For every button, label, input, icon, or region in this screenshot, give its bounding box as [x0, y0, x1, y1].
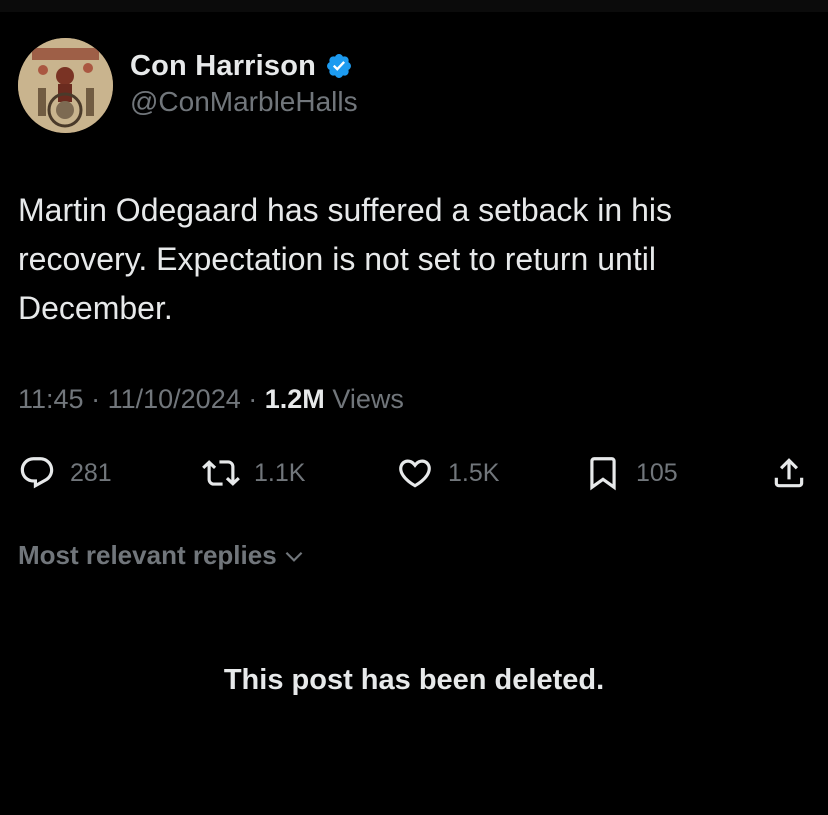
bookmark-button[interactable]: 105	[584, 448, 678, 498]
repost-button[interactable]: 1.1K	[202, 448, 305, 498]
post-date[interactable]: 11/10/2024	[108, 384, 241, 414]
replies-sort-dropdown[interactable]: Most relevant replies	[18, 540, 307, 571]
chevron-down-icon	[285, 551, 303, 562]
reply-count: 281	[70, 458, 112, 487]
meta-separator: ·	[248, 384, 258, 414]
reply-button[interactable]: 281	[18, 448, 112, 498]
illustrated-avatar-icon	[18, 38, 113, 133]
like-count: 1.5K	[448, 458, 500, 487]
bookmark-count: 105	[636, 458, 678, 487]
share-button[interactable]	[770, 448, 808, 498]
repost-count: 1.1K	[254, 458, 306, 487]
views-count[interactable]: 1.2M	[265, 384, 325, 414]
replies-sort-label: Most relevant replies	[18, 540, 277, 570]
post-meta: 11:45 · 11/10/2024 · 1.2M Views	[18, 384, 404, 415]
author-handle[interactable]: @ConMarbleHalls	[130, 86, 358, 118]
author-display-name[interactable]: Con Harrison	[130, 50, 316, 83]
deleted-post-notice: This post has been deleted.	[223, 664, 605, 696]
verified-badge-icon	[327, 54, 352, 78]
repost-icon	[202, 460, 240, 486]
heart-icon	[399, 459, 431, 488]
meta-separator: ·	[91, 384, 101, 414]
post-action-bar: 281 1.1K 1.5K 105	[18, 448, 810, 498]
post-text: Martin Odegaard has suffered a setback i…	[18, 192, 672, 326]
like-button[interactable]: 1.5K	[396, 448, 499, 498]
bookmark-icon	[590, 457, 616, 491]
post-time[interactable]: 11:45	[18, 384, 84, 414]
share-icon	[774, 458, 804, 488]
reply-icon	[20, 457, 54, 489]
status-bar-strip	[0, 0, 828, 12]
author-name-row[interactable]: Con Harrison	[130, 46, 353, 86]
views-label[interactable]: Views	[332, 384, 404, 414]
author-avatar[interactable]	[18, 38, 113, 133]
